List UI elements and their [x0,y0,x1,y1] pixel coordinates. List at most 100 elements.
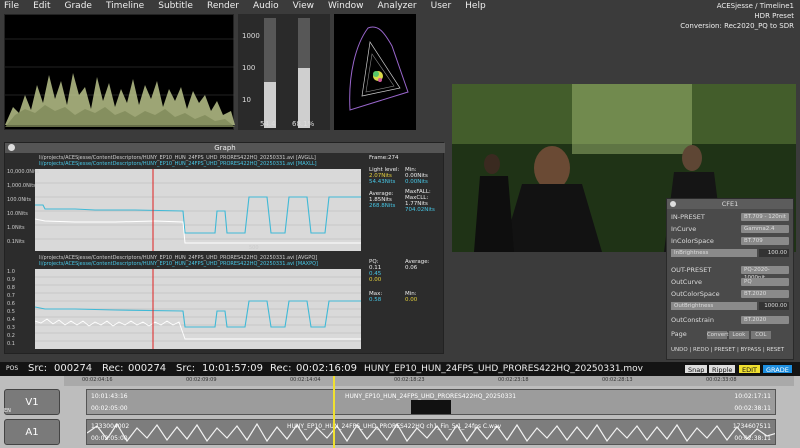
src-tc-label: Src: [176,363,196,374]
pq-max-value: 0.58 [369,297,382,303]
video-clip-end-rec: 00:02:38:11 [734,405,771,412]
meter-scale-1000: 1000 [242,32,260,40]
project-title: ACESjesse / Timeline1 [716,2,794,10]
video-clip[interactable]: 10:01:43:16 00:02:05:00 HUNY_EP10_HUN_24… [86,389,776,415]
in-preset-select[interactable]: BT.709 - 120nit [741,213,789,221]
transport-bar: POS Src: 000274 Rec: 000274 Src: 10:01:5… [0,362,800,376]
out-curve-label: OutCurve [671,278,702,286]
menu-edit[interactable]: Edit [33,0,50,12]
out-colorspace-select[interactable]: BT.2020 [741,290,789,298]
menu-help[interactable]: Help [465,0,486,12]
cie-diagram [349,26,409,111]
src-timecode[interactable]: 10:01:57:09 [202,362,263,376]
menu-view[interactable]: View [293,0,314,12]
pq-plot [34,269,361,349]
track-a1[interactable]: A1 [4,419,60,445]
audio-clip[interactable]: 1733004002 00:02:05:00 HUNY_EP10_HUN_24F… [86,419,776,445]
ylabel-01: 0.1Nits [7,239,25,245]
waveform-scope [4,14,235,130]
light-level-value2: 54.43Nits [369,179,396,185]
in-curve-select[interactable]: Gamma2.4 [741,225,789,233]
ruler-tick: 00:02:28:13 [602,377,633,383]
ruler-tick: 00:02:09:09 [186,377,217,383]
playhead[interactable] [333,376,335,448]
track-v1-sub: EN [4,408,11,414]
pq-ylabel-07: 0.7 [7,293,15,299]
in-colorspace-select[interactable]: BT.709 [741,237,789,245]
video-clip-start-tc: 10:01:43:16 [91,393,128,400]
project-preset: HDR Preset [754,12,794,20]
audio-clip-start-rec: 00:02:05:00 [91,435,128,442]
menu-grade[interactable]: Grade [65,0,92,12]
ruler-tick: 00:02:18:23 [394,377,425,383]
graph-frame: Frame:274 [369,155,399,161]
graph-path-maxpq: li/projects/ACESjesse/ContentDescriptors… [39,261,318,267]
out-brightness-value[interactable]: 1000.00 [759,302,789,310]
menu-analyzer[interactable]: Analyzer [377,0,416,12]
pq-ylabel-04: 0.4 [7,317,15,323]
edit-button[interactable]: EDIT [738,364,761,374]
right-meter [298,18,310,128]
out-constrain-select[interactable]: BT.2020 [741,316,789,324]
src-frame[interactable]: 000274 [54,362,92,376]
menu-render[interactable]: Render [207,0,239,12]
page-label: Page [671,330,687,338]
in-curve-label: InCurve [671,225,697,233]
track-a1-label: A1 [25,427,39,438]
ruler-tick: 00:02:14:04 [290,377,321,383]
graph-close-icon[interactable] [8,144,15,151]
ripple-button[interactable]: Ripple [708,364,737,374]
pq-min-value: 0.00 [405,297,418,303]
pq-ylabel-09: 0.9 [7,277,15,283]
meter-scale-10: 10 [242,96,251,104]
project-info: ACESjesse / Timeline1 HDR Preset Convers… [680,1,794,31]
menu-file[interactable]: File [4,0,19,12]
rec-timecode[interactable]: 00:02:16:09 [296,362,357,376]
menu-audio[interactable]: Audio [253,0,279,12]
menu-timeline[interactable]: Timeline [106,0,144,12]
pq-ylabel-08: 0.8 [7,285,15,291]
menu-subtitle[interactable]: Subtitle [158,0,193,12]
graph-path-maxll: li/projects/ACESjesse/ContentDescriptors… [39,161,317,167]
timeline-ruler[interactable]: 00:02:04:16 00:02:09:09 00:02:14:04 00:0… [64,376,794,386]
pq-ylabel-02: 0.2 [7,333,15,339]
pq-ylabel-1: 1.0 [7,269,15,275]
meter-scale-100: 100 [242,64,256,72]
maxcll-value2: 704.02Nits [405,207,435,213]
in-brightness-value[interactable]: 100.00 [759,249,789,257]
ylabel-10000: 10,000.0Nits [7,169,39,175]
out-colorspace-label: OutColorSpace [671,290,720,298]
menu-window[interactable]: Window [328,0,364,12]
track-v1[interactable]: V1 [4,389,60,415]
out-curve-select[interactable]: PQ [741,278,789,286]
rec-frame[interactable]: 000274 [128,362,166,376]
snap-button[interactable]: Snap [684,364,709,374]
pq-ylabel-06: 0.6 [7,301,15,307]
right-meter-value: 68.1% [292,120,315,128]
level-meters: 1000 100 10 54.4 68.1% [238,14,330,130]
out-preset-select[interactable]: PQ-2020-1000nit [741,266,789,281]
min-value2: 0.00Nits [405,179,428,185]
audio-clip-name: HUNY_EP10_HUN_24FPS_UHD_PRORES422HQ ch1_… [287,423,502,430]
pq-ylabel-03: 0.3 [7,325,15,331]
ruler-tick: 00:02:33:08 [706,377,737,383]
cfe-actions[interactable]: UNDO | REDO | PRESET | BYPASS | RESET [671,345,791,355]
out-brightness-slider[interactable]: OutBrightness [671,302,757,310]
src-label: Src: [28,363,48,374]
cfe-close-icon[interactable] [670,201,676,207]
audio-clip-start-tc: 1733004002 [91,423,130,430]
audio-clip-end-tc: 1734607511 [732,423,771,430]
grade-button[interactable]: GRADE [762,364,793,374]
gamut-scope [334,14,416,130]
timeline[interactable]: Snap Ripple EDIT GRADE 00:02:04:16 00:02… [0,364,800,448]
pq-ylabel-01: 0.1 [7,341,15,347]
page-look-button[interactable]: Look [728,331,749,339]
track-v1-label: V1 [25,397,39,408]
page-col-button[interactable]: COL [750,331,771,339]
project-conversion: Conversion: Rec2020_PQ to SDR [680,22,794,30]
menu-user[interactable]: User [431,0,452,12]
page-convert-button[interactable]: Convert [706,331,729,339]
ylabel-1: 1.0Nits [7,225,25,231]
ruler-tick: 00:02:04:16 [82,377,113,383]
in-brightness-slider[interactable]: InBrightness [671,249,757,257]
